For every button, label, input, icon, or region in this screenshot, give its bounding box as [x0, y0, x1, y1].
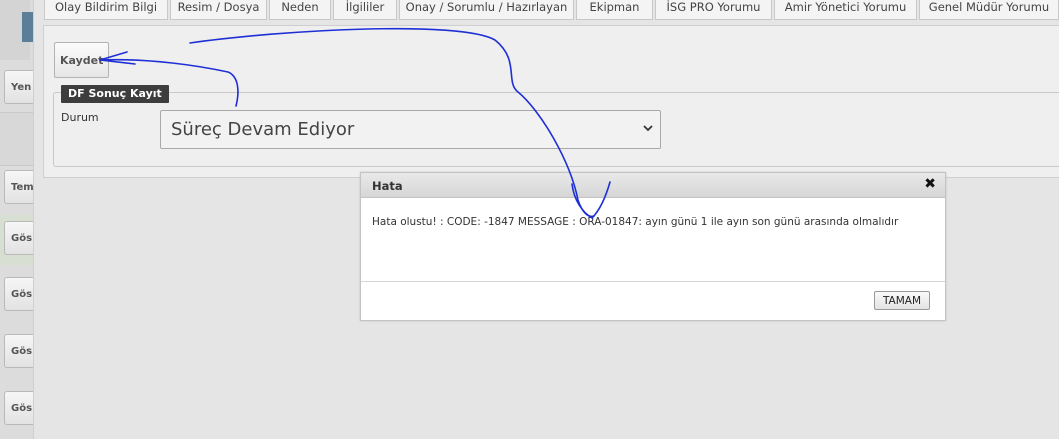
tab-ilgililer[interactable]: İlgililer — [333, 0, 397, 20]
durum-selected-value: Süreç Devam Ediyor — [171, 119, 355, 140]
close-icon[interactable]: ✖ — [924, 176, 936, 192]
left-button-goster-4[interactable]: Gös — [4, 391, 33, 425]
durum-select[interactable]: Süreç Devam Ediyor — [160, 110, 661, 149]
section-title: DF Sonuç Kayıt — [61, 85, 169, 103]
tab-amir-yonetici-yorumu[interactable]: Amir Yönetici Yorumu — [774, 0, 917, 20]
tab-bar: Olay Bildirim Bilgi Resim / Dosya Neden … — [44, 0, 1059, 20]
left-button-goster-3[interactable]: Gös — [4, 334, 33, 368]
tab-resim-dosya[interactable]: Resim / Dosya — [170, 0, 267, 20]
ok-button[interactable]: TAMAM — [874, 291, 930, 310]
dialog-header: Hata ✖ — [361, 173, 945, 198]
error-dialog: Hata ✖ Hata olustu! : CODE: -1847 MESSAG… — [360, 172, 946, 321]
save-button[interactable]: Kaydet — [54, 42, 109, 78]
tab-olay-bildirim-bilgi[interactable]: Olay Bildirim Bilgi — [44, 0, 168, 20]
tab-isg-pro-yorumu[interactable]: İSG PRO Yorumu — [655, 0, 772, 20]
left-button-tem[interactable]: Tem — [4, 170, 33, 204]
left-button-goster-2[interactable]: Gös — [4, 277, 33, 311]
durum-label: Durum — [61, 111, 99, 124]
left-button-goster-1[interactable]: Gös — [4, 221, 33, 255]
error-message: Hata olustu! : CODE: -1847 MESSAGE : ORA… — [372, 216, 899, 228]
chevron-down-icon — [642, 111, 654, 148]
left-button-yeni[interactable]: Yen — [4, 70, 33, 104]
tab-genel-mudur-yorumu[interactable]: Genel Müdür Yorumu — [919, 0, 1059, 20]
left-accent-bar — [22, 12, 33, 42]
tab-neden[interactable]: Neden — [269, 0, 331, 20]
dialog-footer-divider — [361, 281, 945, 282]
dialog-title: Hata — [372, 179, 403, 193]
tab-ekipman[interactable]: Ekipman — [576, 0, 653, 20]
left-separator — [0, 112, 33, 166]
tab-onay-sorumlu-hazirlayan[interactable]: Onay / Sorumlu / Hazırlayan — [399, 0, 574, 20]
